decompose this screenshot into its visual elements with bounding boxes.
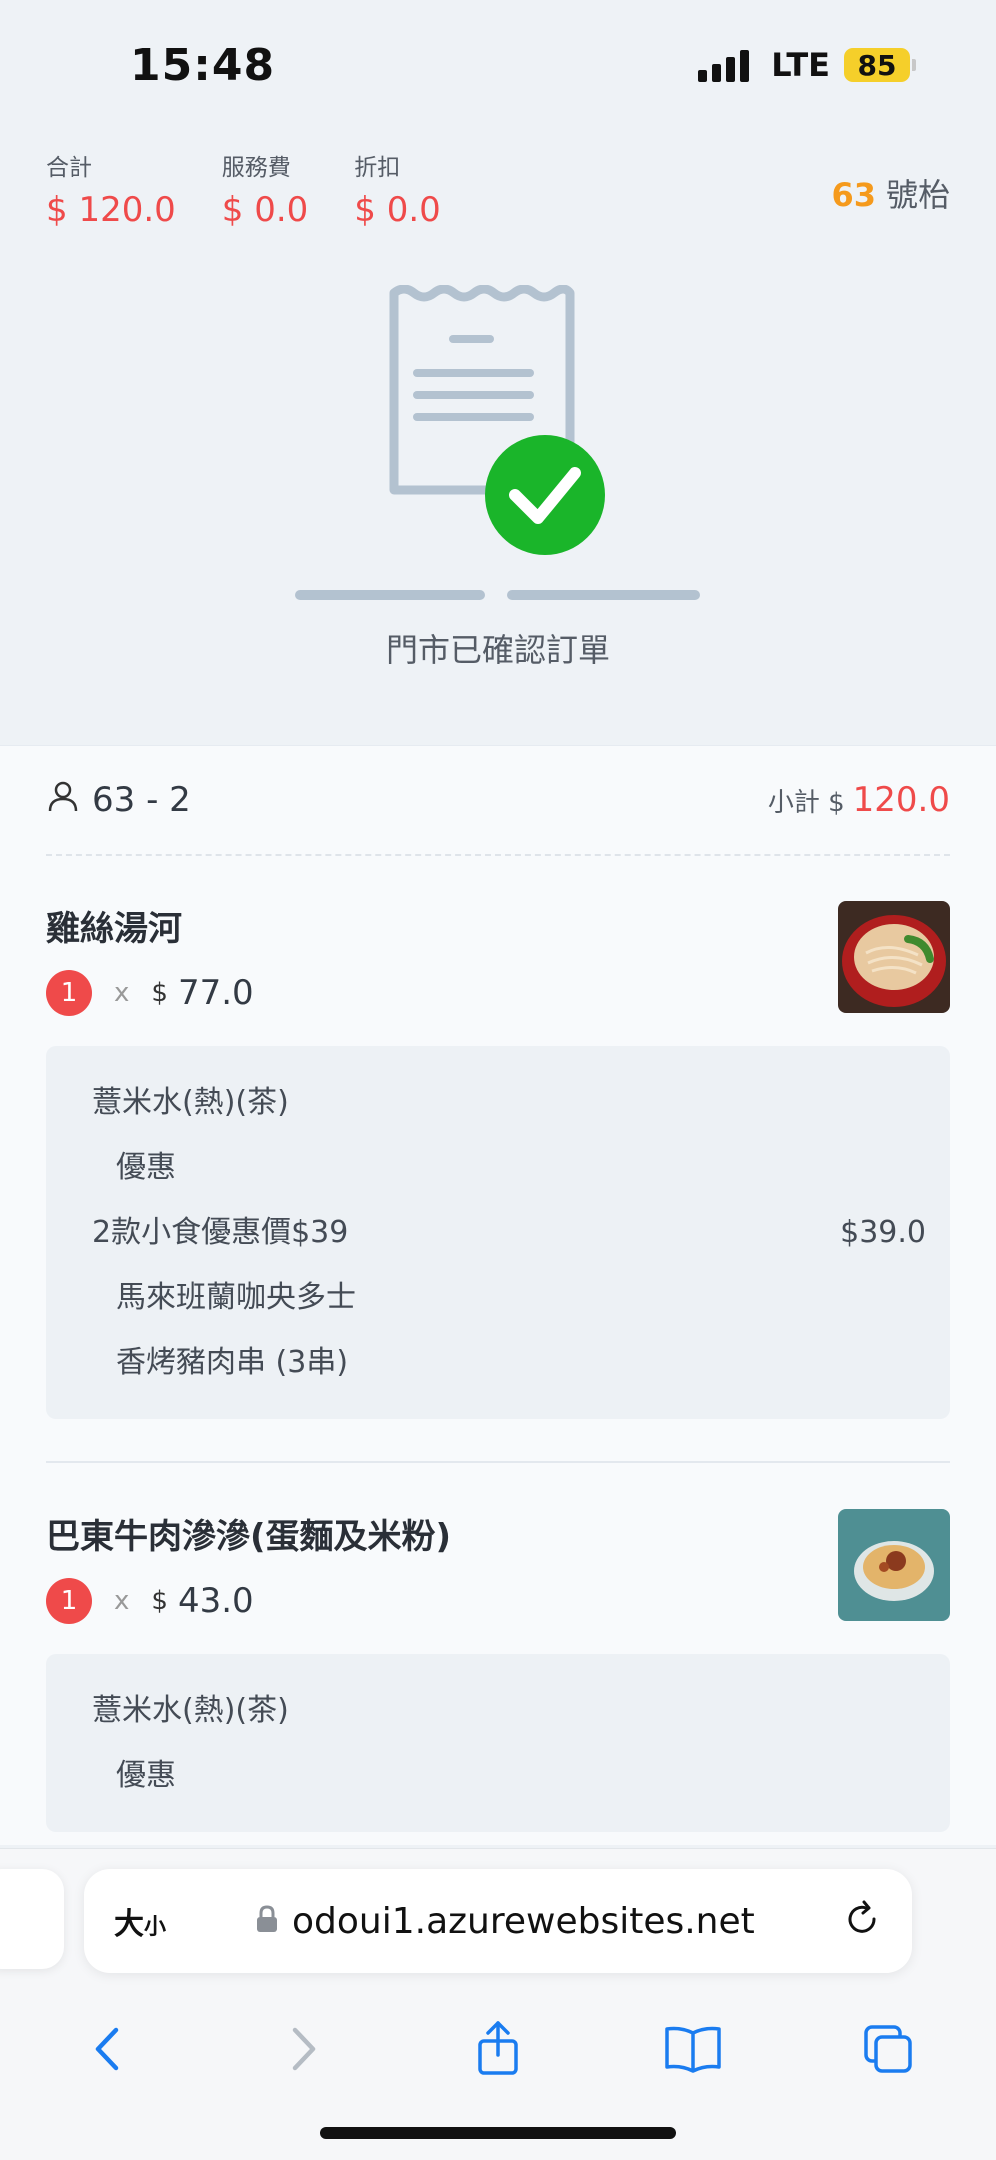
order-item: 雞絲湯河 1 x $ 77.0 薏米水(熱)(茶) 優惠 2款小食優惠價$39 $… (46, 901, 950, 1419)
text-size-button[interactable]: 大小 (114, 1899, 166, 1943)
bookmarks-button[interactable] (653, 2009, 733, 2089)
service-charge-value: $ 0.0 (221, 190, 309, 230)
network-type: LTE (771, 46, 830, 84)
discount-label: 折扣 (354, 155, 401, 181)
food-image (838, 901, 950, 1013)
table-number-suffix: 號枱 (885, 176, 950, 214)
option-line: 優惠 (116, 1758, 176, 1793)
option-line: 優惠 (116, 1150, 176, 1185)
item-name: 巴東牛肉滲滲(蛋麵及米粉) (46, 1517, 452, 1557)
option-line: 薏米水(熱)(茶) (92, 1693, 289, 1728)
item-options: 薏米水(熱)(茶) 優惠 (46, 1654, 950, 1832)
item-divider (46, 1461, 950, 1463)
total-amount: 合計 $ 120.0 (46, 148, 176, 230)
battery-icon: 85 (844, 48, 916, 82)
item-price: 77.0 (177, 973, 254, 1013)
back-button[interactable] (68, 2009, 148, 2089)
home-indicator (320, 2127, 676, 2139)
item-price: 43.0 (177, 1581, 254, 1621)
food-image (838, 1509, 950, 1621)
order-card: 63 - 2 小計 $120.0 雞絲湯河 1 x $ 77.0 薏米水(熱)(… (0, 745, 996, 1845)
total-value: $ 120.0 (46, 190, 176, 230)
quantity-badge: 1 (46, 1578, 92, 1624)
quantity-badge: 1 (46, 970, 92, 1016)
lock-icon (256, 1901, 278, 1942)
item-options: 薏米水(熱)(茶) 優惠 2款小食優惠價$39 $39.0 馬來班蘭咖央多士 香烤… (46, 1046, 950, 1419)
item-qty-row: 1 x $ 77.0 (46, 970, 950, 1016)
status-indicators: LTE 85 (698, 46, 916, 84)
times-sign: x (114, 1586, 130, 1616)
option-line: 2款小食優惠價$39 $39.0 (92, 1215, 926, 1250)
total-label: 合計 (46, 155, 92, 181)
table-number-value: 63 (831, 176, 876, 214)
share-button[interactable] (458, 2009, 538, 2089)
address-bar[interactable]: 大小 odoui1.azurewebsites.net (84, 1869, 912, 1973)
option-line: 馬來班蘭咖央多士 (116, 1280, 356, 1315)
url-display[interactable]: odoui1.azurewebsites.net (256, 1901, 755, 1942)
discount-value: $ 0.0 (354, 190, 441, 230)
item-qty-row: 1 x $ 43.0 (46, 1578, 950, 1624)
option-line: 薏米水(熱)(茶) (92, 1085, 289, 1120)
order-status-message: 門市已確認訂單 (385, 631, 610, 669)
tabs-button[interactable] (848, 2009, 928, 2089)
reload-icon[interactable] (842, 1899, 882, 1943)
subtotal-label: 小計 $ (767, 788, 845, 818)
order-card-header: 63 - 2 小計 $120.0 (46, 746, 950, 856)
option-line: 香烤豬肉串 (3串) (116, 1345, 349, 1380)
receipt-confirmed-icon (290, 284, 710, 615)
currency-symbol: $ (151, 978, 168, 1008)
order-totals: 合計 $ 120.0 服務費 $ 0.0 折扣 $ 0.0 (46, 148, 441, 230)
battery-level: 85 (844, 48, 910, 82)
currency-symbol: $ (151, 1586, 168, 1616)
previous-tab-preview[interactable] (0, 1869, 64, 1969)
person-icon (46, 779, 80, 822)
browser-chrome: 大小 odoui1.azurewebsites.net (0, 1848, 996, 2160)
subtotal: 小計 $120.0 (768, 780, 950, 820)
guest-info: 63 - 2 (46, 779, 191, 822)
order-item: 巴東牛肉滲滲(蛋麵及米粉) 1 x $ 43.0 薏米水(熱)(茶) 優惠 (46, 1509, 950, 1832)
service-charge: 服務費 $ 0.0 (222, 148, 309, 230)
url-text: odoui1.azurewebsites.net (292, 1900, 755, 1942)
forward-button[interactable] (263, 2009, 343, 2089)
status-bar: 15:48 LTE 85 (0, 0, 996, 140)
item-name: 雞絲湯河 (46, 909, 182, 949)
discount: 折扣 $ 0.0 (354, 148, 441, 230)
times-sign: x (114, 978, 130, 1008)
status-time: 15:48 (130, 40, 276, 91)
signal-icon (698, 48, 750, 82)
browser-toolbar (0, 1999, 996, 2099)
guest-label: 63 - 2 (92, 780, 191, 820)
table-number: 63 號枱 (831, 170, 950, 216)
service-charge-label: 服務費 (221, 155, 291, 181)
subtotal-value: 120.0 (852, 780, 950, 820)
